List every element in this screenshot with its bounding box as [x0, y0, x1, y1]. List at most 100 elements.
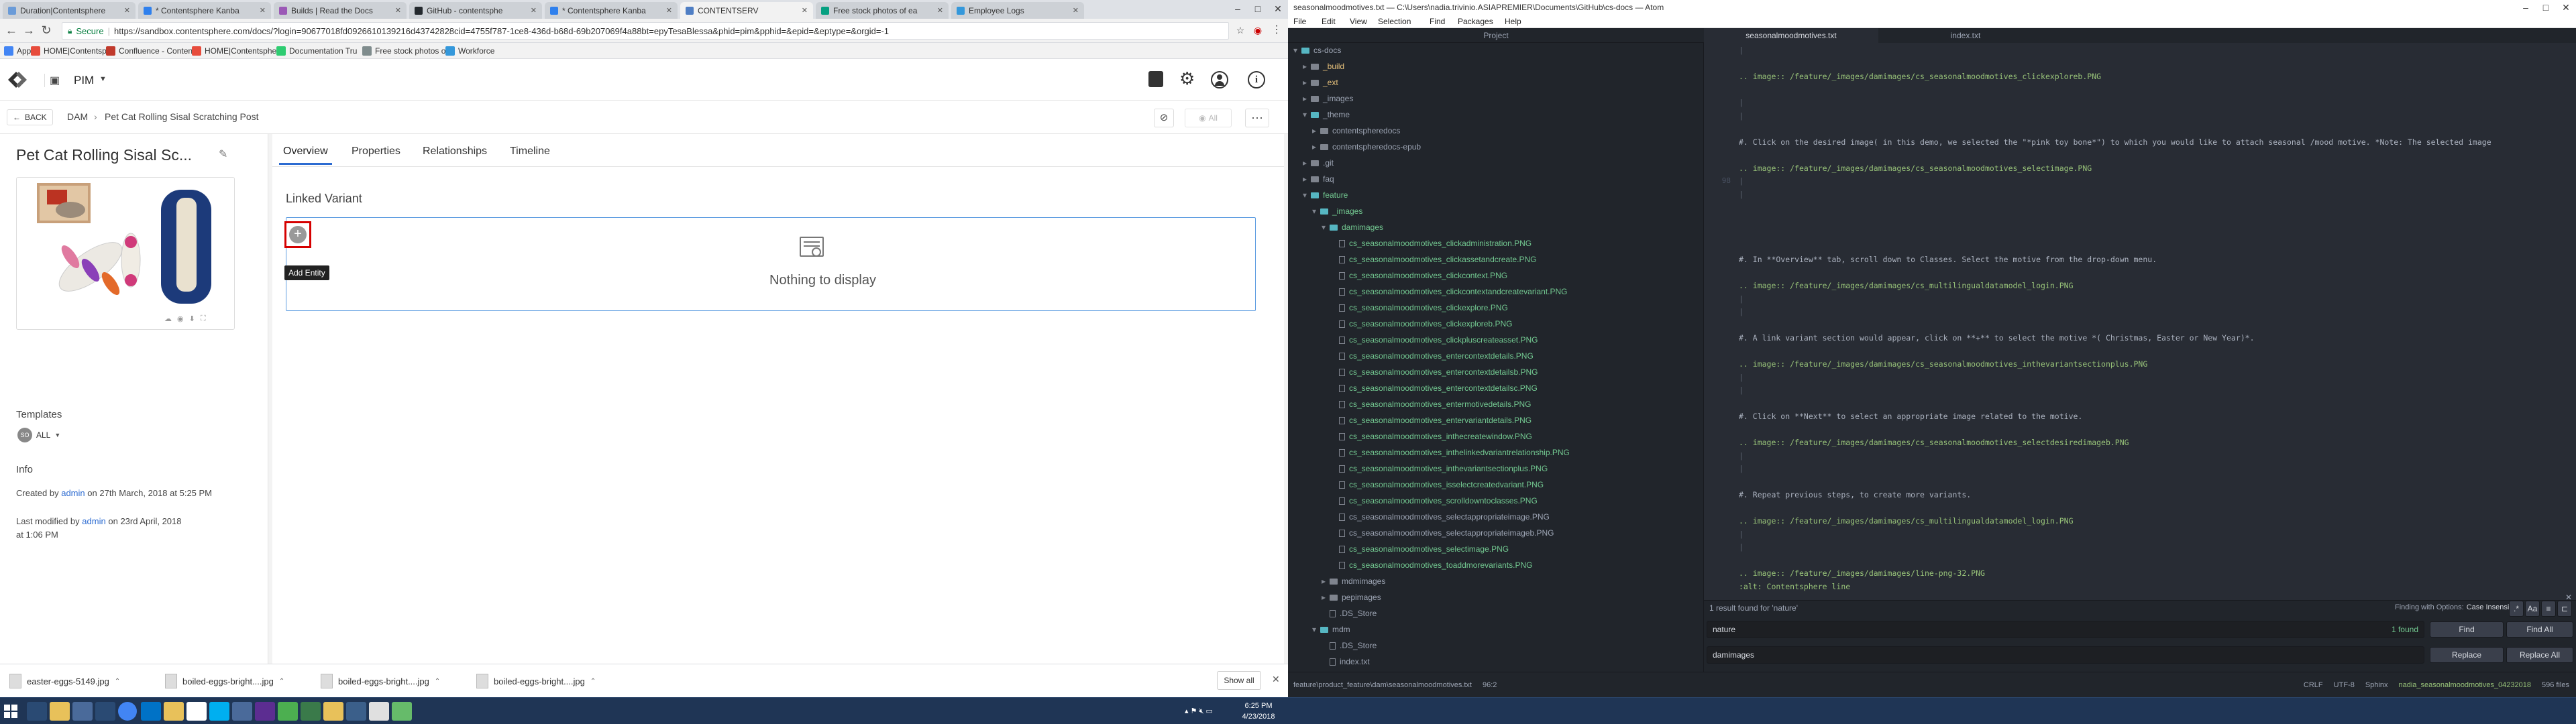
tree-file[interactable]: .DS_Store — [1322, 638, 1377, 653]
back-button[interactable]: ← BACK — [7, 109, 53, 125]
onenote-icon[interactable] — [255, 702, 275, 721]
tree-folder[interactable]: ▾ cs-docs — [1293, 43, 1341, 58]
code-line[interactable]: .. image:: /feature/_images/damimages/cs… — [1739, 281, 2074, 290]
templates-selector[interactable]: SO ALL ▼ — [17, 428, 60, 442]
code-line[interactable]: | — [1739, 542, 1743, 552]
tree-folder[interactable]: ▸ faq — [1303, 172, 1334, 186]
tree-file[interactable]: cs_seasonalmoodmotives_selectappropriate… — [1331, 526, 1554, 540]
selection-toggle-icon[interactable]: ≡ — [2541, 601, 2556, 617]
check-badge-icon[interactable]: ⊘ — [1154, 109, 1174, 127]
app-icon[interactable] — [323, 702, 343, 721]
download-icon[interactable]: ⬇ — [189, 314, 195, 323]
app-icon[interactable] — [232, 702, 252, 721]
case-toggle-icon[interactable]: Aa — [2525, 601, 2540, 617]
code-line[interactable]: .. image:: /feature/_images/damimages/cs… — [1739, 516, 2074, 526]
browser-tab[interactable]: Employee Logs ✕ — [951, 2, 1084, 19]
url-text[interactable]: https://sandbox.contentsphere.com/docs/?… — [114, 26, 1223, 36]
close-downloads-icon[interactable]: ✕ — [1272, 674, 1280, 685]
download-item[interactable]: boiled-eggs-bright....jpg ⌃ — [165, 671, 284, 691]
editor-tab-seasonalmoodmotives[interactable]: seasonalmoodmotives.txt — [1704, 28, 1878, 43]
tab-overview[interactable]: Overview — [279, 138, 332, 165]
app-icon[interactable] — [369, 702, 389, 721]
close-tab-icon[interactable]: ✕ — [1073, 6, 1079, 15]
chevron-up-icon[interactable]: ⌃ — [435, 678, 440, 685]
code-line[interactable]: .. image:: /feature/_images/damimages/cs… — [1739, 359, 2147, 369]
tree-file[interactable]: cs_seasonalmoodmotives_inthelinkedvarian… — [1331, 445, 1570, 460]
status-grammar[interactable]: Sphinx — [2365, 681, 2388, 689]
tree-file[interactable]: cs_seasonalmoodmotives_isselectcreatedva… — [1331, 477, 1544, 492]
find-input[interactable]: nature 1 found — [1707, 621, 2424, 638]
code-line[interactable]: | — [1739, 307, 1743, 316]
add-entity-plus-button[interactable]: + — [289, 226, 307, 243]
tab-relationships[interactable]: Relationships — [419, 138, 491, 165]
minimize-icon[interactable]: – — [2516, 0, 2536, 15]
whole-word-toggle-icon[interactable]: ⊏ — [2557, 601, 2572, 617]
code-line[interactable]: | — [1739, 294, 1743, 304]
tree-file[interactable]: cs_seasonalmoodmotives_inthecreatewindow… — [1331, 429, 1532, 444]
bookmark-item[interactable]: HOME|Contentsphe — [31, 45, 115, 57]
expand-icon[interactable]: ⛶ — [201, 314, 206, 323]
atom-icon[interactable] — [392, 702, 412, 721]
menu-view[interactable]: View — [1350, 17, 1367, 26]
menu-packages[interactable]: Packages — [1458, 17, 1493, 26]
code-line[interactable]: | — [1739, 98, 1743, 107]
tree-file[interactable]: .DS_Store — [1322, 606, 1377, 621]
close-tab-icon[interactable]: ✕ — [124, 6, 130, 15]
tree-folder[interactable]: ▸ _ext — [1303, 75, 1338, 90]
tree-folder[interactable]: ▾ mdm — [1312, 622, 1350, 637]
tree-folder[interactable]: ▸ contentspheredocs — [1312, 123, 1400, 138]
code-line[interactable]: | — [1739, 46, 1743, 55]
address-bar[interactable]: 🔒︎ Secure | https://sandbox.contentspher… — [62, 22, 1229, 40]
tree-file[interactable]: cs_seasonalmoodmotives_selectimage.PNG — [1331, 542, 1509, 556]
maximize-icon[interactable]: □ — [1248, 0, 1268, 17]
back-arrow-icon[interactable]: ← — [4, 23, 19, 38]
all-dropdown[interactable]: ◉ All — [1185, 109, 1232, 127]
close-window-icon[interactable]: ✕ — [2556, 0, 2576, 15]
edit-pencil-icon[interactable]: ✎ — [219, 147, 227, 161]
tab-timeline[interactable]: Timeline — [506, 138, 554, 165]
code-line[interactable]: | — [1739, 464, 1743, 473]
browser-tab[interactable]: Duration|Contentsphere ✕ — [3, 2, 136, 19]
contentserv-logo-icon[interactable] — [4, 68, 31, 91]
code-line[interactable]: | — [1739, 111, 1743, 121]
download-item[interactable]: easter-eggs-5149.jpg ⌃ — [9, 671, 120, 691]
app-icon[interactable] — [346, 702, 366, 721]
tree-file[interactable]: cs_seasonalmoodmotives_inthevariantsecti… — [1331, 461, 1548, 476]
bookmark-item[interactable]: Documentation Tru — [276, 45, 357, 57]
user-avatar-icon[interactable] — [1211, 71, 1228, 88]
download-item[interactable]: boiled-eggs-bright....jpg ⌃ — [321, 671, 440, 691]
more-options-icon[interactable]: ··· — [1245, 109, 1269, 127]
status-branch[interactable]: nadia_seasonalmoodmotives_04232018 — [2398, 681, 2531, 689]
menu-edit[interactable]: Edit — [1322, 17, 1336, 26]
tree-folder[interactable]: ▾ damimages — [1322, 220, 1383, 235]
tree-folder[interactable]: ▾ feature — [1303, 188, 1348, 202]
close-tab-icon[interactable]: ✕ — [802, 6, 808, 15]
code-line[interactable]: | — [1739, 190, 1743, 199]
code-line[interactable]: #. Click on the desired image( in this d… — [1739, 137, 2491, 147]
find-button[interactable]: Find — [2430, 621, 2504, 638]
tree-file[interactable]: cs_seasonalmoodmotives_entercontextdetai… — [1331, 349, 1534, 363]
breadcrumb-dam[interactable]: DAM — [67, 111, 88, 122]
product-image-frame[interactable]: ☁ ◉ ⬇ ⛶ — [16, 177, 235, 330]
folder-icon[interactable] — [164, 702, 184, 721]
status-files[interactable]: 596 files — [2542, 681, 2576, 689]
menu-selection[interactable]: Selection — [1378, 17, 1411, 26]
info-icon[interactable]: i — [1248, 71, 1265, 88]
code-line[interactable]: .. image:: /feature/_images/damimages/cs… — [1739, 438, 2129, 447]
editor-tab-index[interactable]: index.txt — [1878, 28, 2053, 43]
tree-folder[interactable]: ▸ _build — [1303, 59, 1344, 74]
close-tab-icon[interactable]: ✕ — [666, 6, 672, 15]
windows-start-icon[interactable] — [4, 705, 17, 718]
app-icon[interactable] — [301, 702, 321, 721]
tree-file[interactable]: cs_seasonalmoodmotives_clickpluscreateas… — [1331, 333, 1538, 347]
code-line[interactable]: #. Click on **Next** to select an approp… — [1739, 412, 2082, 421]
created-user[interactable]: admin — [61, 488, 85, 498]
close-tab-icon[interactable]: ✕ — [937, 6, 943, 15]
chevron-up-icon[interactable]: ⌃ — [115, 678, 120, 685]
status-cursor[interactable]: 96:2 — [1483, 681, 1497, 689]
replace-button[interactable]: Replace — [2430, 647, 2504, 663]
tree-file[interactable]: cs_seasonalmoodmotives_entermotivedetail… — [1331, 397, 1531, 412]
tree-file[interactable]: index.txt — [1322, 654, 1370, 669]
tree-folder[interactable]: ▾ _theme — [1303, 107, 1350, 122]
close-tab-icon[interactable]: ✕ — [395, 6, 401, 15]
